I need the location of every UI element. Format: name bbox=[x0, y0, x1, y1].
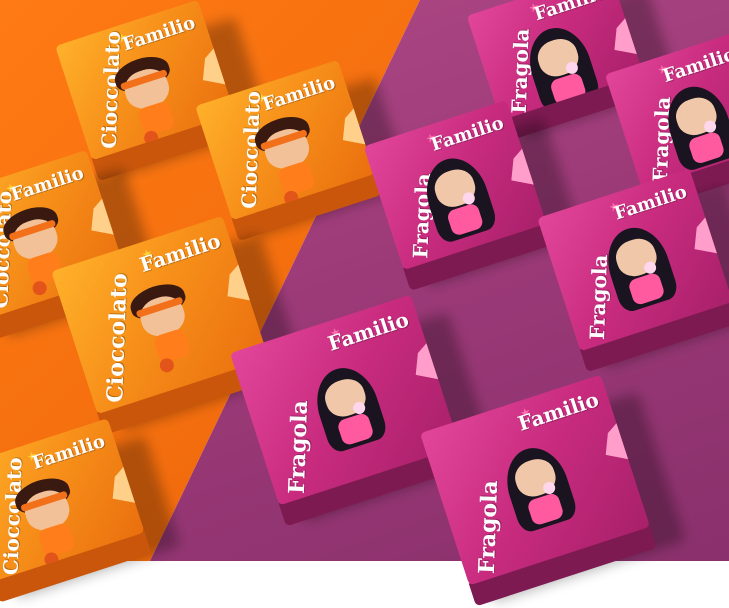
brand-label: Familio bbox=[324, 307, 412, 356]
flavor-label: Cioccolato bbox=[102, 272, 133, 404]
brand-label: Familio bbox=[514, 387, 602, 436]
brand-label: Familio bbox=[8, 162, 87, 206]
flavor-label: Fragola bbox=[283, 399, 314, 495]
brand-label: Familio bbox=[260, 72, 338, 116]
boy-character-illustration bbox=[119, 276, 213, 383]
brand-label: Familio bbox=[611, 181, 690, 225]
flavor-label: Fragola bbox=[473, 479, 504, 575]
brand-label: Familio bbox=[428, 112, 507, 156]
brand-label: Familio bbox=[136, 228, 224, 278]
box-cioccolato: ★ Familio Cioccolato bbox=[0, 418, 181, 603]
brand-label: Familio bbox=[120, 12, 198, 56]
brand-label: Familio bbox=[29, 430, 108, 474]
girl-character-illustration bbox=[492, 439, 586, 546]
girl-character-illustration bbox=[302, 359, 396, 466]
box-grid: ★ Familio Cioccolato ★ Familio Cioccolat… bbox=[0, 0, 729, 607]
